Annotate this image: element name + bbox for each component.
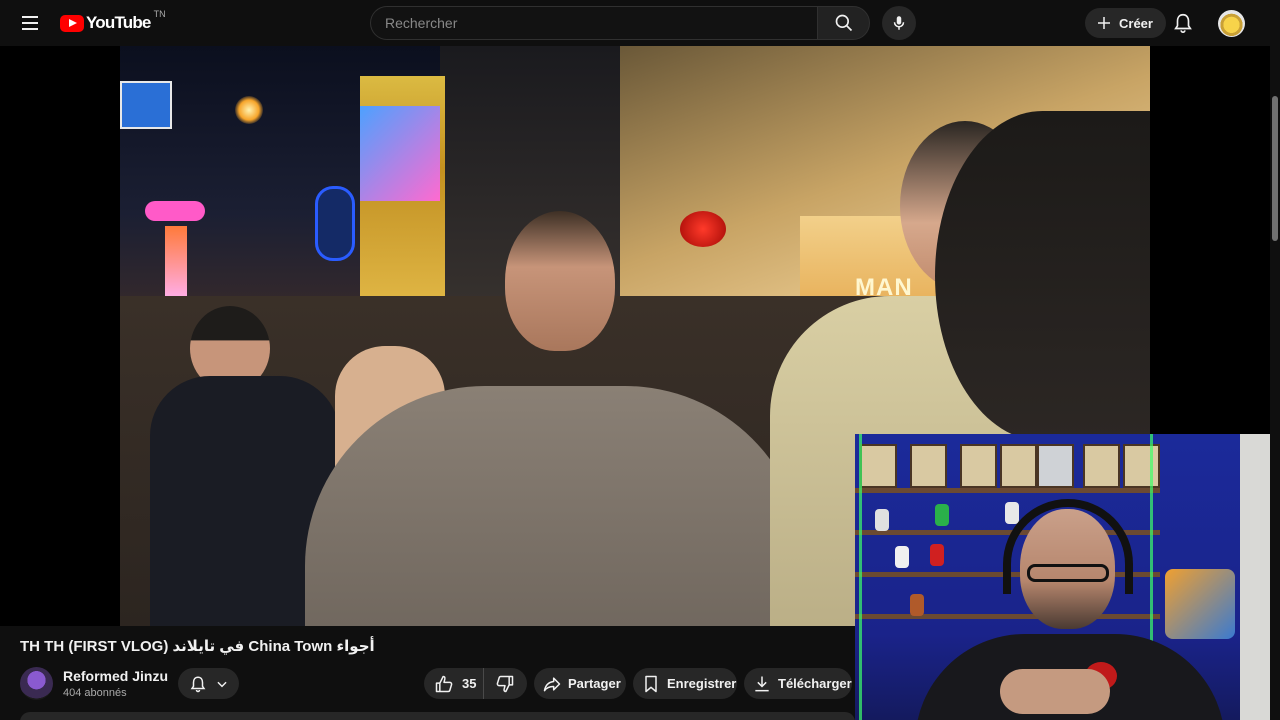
crosswalk-sign [120,81,172,129]
share-button[interactable]: Partager [534,668,626,699]
share-label: Partager [568,676,621,691]
youtube-play-icon [60,14,84,32]
search-icon [835,14,852,32]
description-box[interactable] [20,712,855,720]
youtube-logo[interactable]: YouTube TN [60,9,166,34]
voice-search-button[interactable] [882,6,916,40]
download-label: Télécharger [778,676,852,691]
download-button[interactable]: Télécharger [744,668,852,699]
chevron-down-icon [216,681,227,687]
notifications-button[interactable] [1170,10,1196,36]
plus-icon [1098,17,1110,29]
facecam-overlay [855,434,1280,720]
subscription-notifications-button[interactable] [178,668,239,699]
account-avatar[interactable] [1218,10,1245,37]
channel-name[interactable]: Reformed Jinzu [63,668,168,684]
create-button[interactable]: Créer [1085,8,1166,38]
search-bar [370,6,870,40]
microphone-icon [893,16,905,30]
search-input[interactable] [370,6,817,40]
video-title: أجواء China Town في تايلاند (FIRST VLOG)… [20,638,375,655]
bell-icon [1174,13,1192,33]
thumbs-down-icon [496,675,514,692]
create-label: Créer [1119,15,1153,31]
logo-country-code: TN [153,9,166,19]
subscriber-count: 404 abonnés [63,687,127,699]
like-dislike-group: 35 [424,668,527,699]
download-icon [755,676,769,691]
youtube-watch-page: YouTube TN Créer [0,0,1280,720]
thumbs-up-icon [435,675,453,692]
top-bar: YouTube TN Créer [0,0,1280,46]
channel-avatar[interactable] [20,667,53,700]
save-label: Enregistrer [667,676,737,691]
bookmark-icon [645,675,657,692]
hamburger-menu-icon[interactable] [18,11,42,35]
logo-text: YouTube [86,13,151,32]
dislike-button[interactable] [484,668,526,699]
bell-icon [190,675,205,692]
save-button[interactable]: Enregistrer [633,668,737,699]
like-button[interactable]: 35 [424,668,484,699]
page-scrollbar[interactable] [1270,46,1280,720]
scrollbar-thumb[interactable] [1272,96,1278,241]
share-arrow-icon [543,676,561,691]
search-button[interactable] [817,6,870,40]
like-count: 35 [462,676,477,691]
